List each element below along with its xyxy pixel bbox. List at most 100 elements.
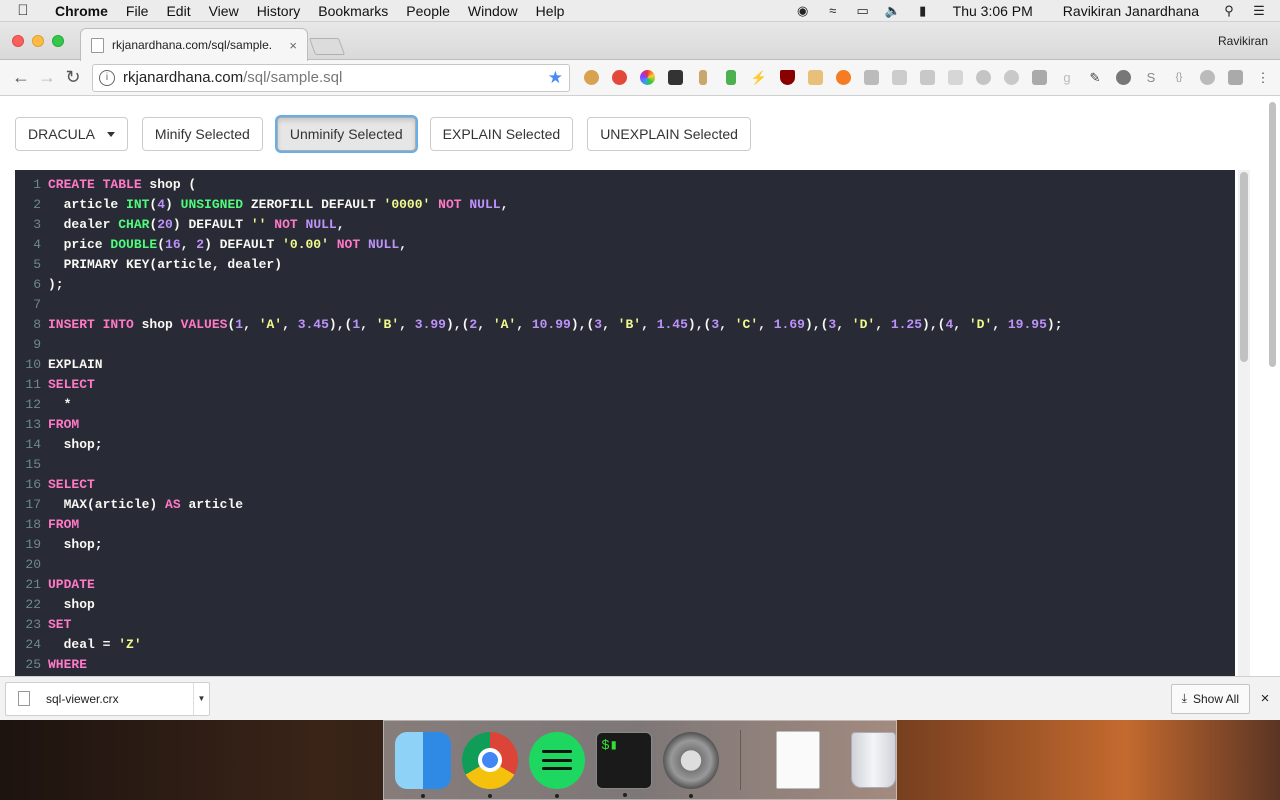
- spotlight-search-icon[interactable]: ⚲: [1220, 3, 1238, 18]
- minimize-window-button[interactable]: [32, 35, 44, 47]
- orange-extension-icon[interactable]: [832, 67, 854, 89]
- code-line[interactable]: 23 SET: [15, 615, 1235, 635]
- trash-icon[interactable]: [850, 732, 897, 788]
- menu-view[interactable]: View: [200, 3, 248, 19]
- new-tab-button[interactable]: [308, 38, 346, 55]
- gray-extension-icon-6[interactable]: [1196, 67, 1218, 89]
- explain-selected-button[interactable]: EXPLAIN Selected: [429, 117, 574, 151]
- code-line[interactable]: 2 article INT(4) UNSIGNED ZEROFILL DEFAU…: [15, 195, 1235, 215]
- download-menu-icon[interactable]: ▼: [193, 682, 209, 715]
- wifi-icon[interactable]: ≈: [824, 3, 842, 18]
- code-line[interactable]: 10 EXPLAIN: [15, 355, 1235, 375]
- unexplain-selected-button[interactable]: UNEXPLAIN Selected: [587, 117, 751, 151]
- color-wheel-extension-icon[interactable]: [636, 67, 658, 89]
- code-line[interactable]: 7: [15, 295, 1235, 315]
- editor-scrollbar-thumb[interactable]: [1240, 172, 1248, 362]
- sql-code-editor[interactable]: 1 CREATE TABLE shop (2 article INT(4) UNS…: [15, 170, 1235, 676]
- spy-extension-icon[interactable]: [664, 67, 686, 89]
- green-extension-icon[interactable]: [720, 67, 742, 89]
- lightning-extension-icon[interactable]: ⚡: [748, 67, 770, 89]
- site-info-icon[interactable]: i: [99, 69, 115, 86]
- reel-extension-icon[interactable]: [1112, 67, 1134, 89]
- chrome-menu-icon[interactable]: ⋮: [1252, 67, 1274, 89]
- code-line[interactable]: 5 PRIMARY KEY(article, dealer): [15, 255, 1235, 275]
- browser-tab[interactable]: rkjanardhana.com/sql/sample. ×: [80, 28, 308, 61]
- code-line[interactable]: 22 shop: [15, 595, 1235, 615]
- code-line[interactable]: 20: [15, 555, 1235, 575]
- s-extension-icon[interactable]: S: [1140, 67, 1162, 89]
- face-extension-icon[interactable]: [804, 67, 826, 89]
- gray-extension-icon-1[interactable]: [860, 67, 882, 89]
- notification-center-icon[interactable]: ☰: [1250, 3, 1268, 18]
- menubar-clock[interactable]: Thu 3:06 PM: [944, 3, 1042, 19]
- close-window-button[interactable]: [12, 35, 24, 47]
- profile-name[interactable]: Ravikiran: [1218, 34, 1268, 48]
- back-arrow-icon[interactable]: ←: [8, 65, 34, 91]
- apple-menu-icon[interactable]: : [0, 2, 46, 19]
- code-line[interactable]: 1 CREATE TABLE shop (: [15, 175, 1235, 195]
- g-extension-icon[interactable]: g: [1056, 67, 1078, 89]
- code-line[interactable]: 6);: [15, 275, 1235, 295]
- close-tab-icon[interactable]: ×: [289, 38, 297, 53]
- theme-dropdown[interactable]: DRACULA: [15, 117, 128, 151]
- ublock-extension-icon[interactable]: [776, 67, 798, 89]
- address-bar[interactable]: i rkjanardhana.com/sql/sample.sql ★: [92, 63, 570, 92]
- y-extension-icon[interactable]: [888, 67, 910, 89]
- red-extension-icon[interactable]: [608, 67, 630, 89]
- menu-people[interactable]: People: [397, 3, 459, 19]
- code-line[interactable]: 3 dealer CHAR(20) DEFAULT '' NOT NULL,: [15, 215, 1235, 235]
- pencil-extension-icon[interactable]: ✎: [1084, 67, 1106, 89]
- code-line[interactable]: 12 *: [15, 395, 1235, 415]
- bookmark-star-icon[interactable]: ★: [548, 68, 563, 88]
- menu-help[interactable]: Help: [527, 3, 574, 19]
- minify-selected-button[interactable]: Minify Selected: [141, 117, 263, 151]
- forward-arrow-icon[interactable]: →: [34, 65, 60, 91]
- chrome-icon[interactable]: [462, 731, 519, 798]
- gray-extension-icon-2[interactable]: [944, 67, 966, 89]
- code-line[interactable]: 11 SELECT: [15, 375, 1235, 395]
- cookie-extension-icon[interactable]: [580, 67, 602, 89]
- battery-icon[interactable]: ▮: [914, 3, 932, 18]
- chrome-status-icon[interactable]: ◉: [794, 3, 812, 18]
- braces-extension-icon[interactable]: {}: [1168, 67, 1190, 89]
- s-box-extension-icon[interactable]: [1224, 67, 1246, 89]
- code-line[interactable]: 14 shop;: [15, 435, 1235, 455]
- code-line[interactable]: 17 MAX(article) AS article: [15, 495, 1235, 515]
- terminal-icon[interactable]: $▮: [596, 731, 653, 797]
- gray-extension-icon-3[interactable]: [972, 67, 994, 89]
- code-line[interactable]: 25 WHERE: [15, 655, 1235, 675]
- zoom-window-button[interactable]: [52, 35, 64, 47]
- system-preferences-icon[interactable]: [663, 731, 720, 798]
- page-scrollbar-thumb[interactable]: [1269, 102, 1276, 367]
- gray-extension-icon-4[interactable]: [1000, 67, 1022, 89]
- code-line[interactable]: 24 deal = 'Z': [15, 635, 1235, 655]
- finder-icon[interactable]: [395, 731, 452, 798]
- reload-icon[interactable]: ↻: [60, 65, 86, 91]
- menu-file[interactable]: File: [117, 3, 158, 19]
- code-line[interactable]: 19 shop;: [15, 535, 1235, 555]
- brush-extension-icon[interactable]: [692, 67, 714, 89]
- code-line[interactable]: 13 FROM: [15, 415, 1235, 435]
- airplay-icon[interactable]: ▭: [854, 3, 872, 18]
- gray-extension-icon-5[interactable]: [1028, 67, 1050, 89]
- show-all-button[interactable]: ⤓ Show All: [1170, 683, 1250, 714]
- spotify-icon[interactable]: [529, 731, 586, 798]
- code-line[interactable]: 21 UPDATE: [15, 575, 1235, 595]
- editor-scrollbar[interactable]: [1238, 170, 1250, 676]
- code-line[interactable]: 9: [15, 335, 1235, 355]
- code-line[interactable]: 8 INSERT INTO shop VALUES(1, 'A', 3.45),(…: [15, 315, 1235, 335]
- menu-window[interactable]: Window: [459, 3, 527, 19]
- close-shelf-icon[interactable]: ×: [1250, 690, 1280, 707]
- menubar-user[interactable]: Ravikiran Janardhana: [1054, 3, 1208, 19]
- menu-history[interactable]: History: [248, 3, 310, 19]
- document-icon[interactable]: [776, 731, 820, 789]
- code-line[interactable]: 18 FROM: [15, 515, 1235, 535]
- code-line[interactable]: 4 price DOUBLE(16, 2) DEFAULT '0.00' NOT…: [15, 235, 1235, 255]
- list-extension-icon[interactable]: [916, 67, 938, 89]
- menu-edit[interactable]: Edit: [157, 3, 199, 19]
- code-line[interactable]: 16 SELECT: [15, 475, 1235, 495]
- menu-app-chrome[interactable]: Chrome: [46, 3, 117, 19]
- code-line[interactable]: 15: [15, 455, 1235, 475]
- download-item[interactable]: sql-viewer.crx ▼: [5, 681, 210, 716]
- volume-icon[interactable]: 🔈: [884, 3, 902, 18]
